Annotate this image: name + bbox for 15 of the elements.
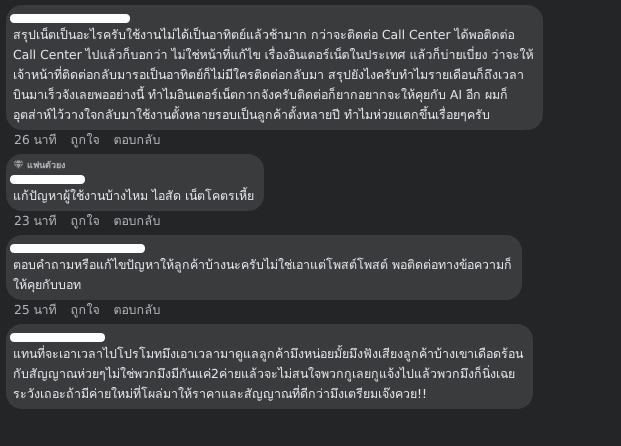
comment-time: 25 นาที — [14, 301, 57, 319]
comment-time: 23 นาที — [14, 212, 57, 230]
comment-time: 26 นาที — [14, 131, 57, 149]
reply-link[interactable]: ตอบกลับ — [114, 130, 161, 149]
comment-text: สรุปเน็ตเป็นอะไรครับใช้งานไม่ได้เป็นอาทิตย์แล้วช้ามาก กว่าจะติดต่อ Call Center ได้พอติดต่อ Call Center ไปแล้วก็บอกว่า ไม่ใช่หน้าที่แก้ไข เรื่องอินเตอร์เน็ตในประเทศ แล้วก็บ่ายเบี่ยง ว่าจะให้ เจ้าหน้าที่ติดต่อกลับมารอเป็นอาทิตย์ก็ไม่มีใครติดต่อกลับมา สรุปยังไงครับทำไมรายเดือนก็ถึงเวลา บินมาเร็วจังเลยพออย่างนี้ ทำไมอินเตอร์เน็ตกากจังครับติดต่อก็ยากอยากจะให้คุยกับ AI อีก ผมก็ อุตส่าห์ไว้วางใจกลับมาใช้งานตั้งหลายรอบเป็นลูกค้าตั้งหลายปี ทำไมห่วยแตกขึ้นเรื่อยๆครับ — [13, 26, 534, 124]
comment-text: แก้ปัญหาผู้ใช้งานบ้างไหม ไอสัด เน็ตโคตรเหี้ย — [13, 186, 254, 206]
like-link[interactable]: ถูกใจ — [70, 300, 100, 319]
like-link[interactable]: ถูกใจ — [70, 211, 100, 230]
diamond-icon — [13, 160, 24, 170]
reply-link[interactable]: ตอบกลับ — [114, 211, 161, 230]
reply-link[interactable]: ตอบกลับ — [114, 300, 161, 319]
badge-label: แฟนตัวยง — [27, 160, 65, 172]
comment-text: ตอบคำถามหรือแก้ไขปัญหาให้ลูกค้าบ้างนะครับไม่ใช่เอาแต่โพสต์โพสต์ พอติดต่อทางข้อความก็ ให้คุยกับบอท — [13, 256, 512, 294]
comment-text: แทนที่จะเอาเวลาไปโปรโมทมึงเอาเวลามาดูแลลูกค้ามึงหน่อยมั้ยมึงฟังเสียงลูกค้าบ้างเขาเดือดร้อน กับสัญญาณห่วยๆไม่ใช่พวกมึงมีกันแค่2ค่ายแล้วจะไม่สนใจพวกกูเลยกูแจ้งไปแล้วพวกมึงก็นิ่งเฉย ระวังเถอะถ้ามีค่ายใหม่ที่โผล่มาให้ราคาและสัญญาณที่ดีกว่ามึงเตรียมเจ๊งควย!! — [13, 344, 523, 403]
like-link[interactable]: ถูกใจ — [70, 130, 100, 149]
